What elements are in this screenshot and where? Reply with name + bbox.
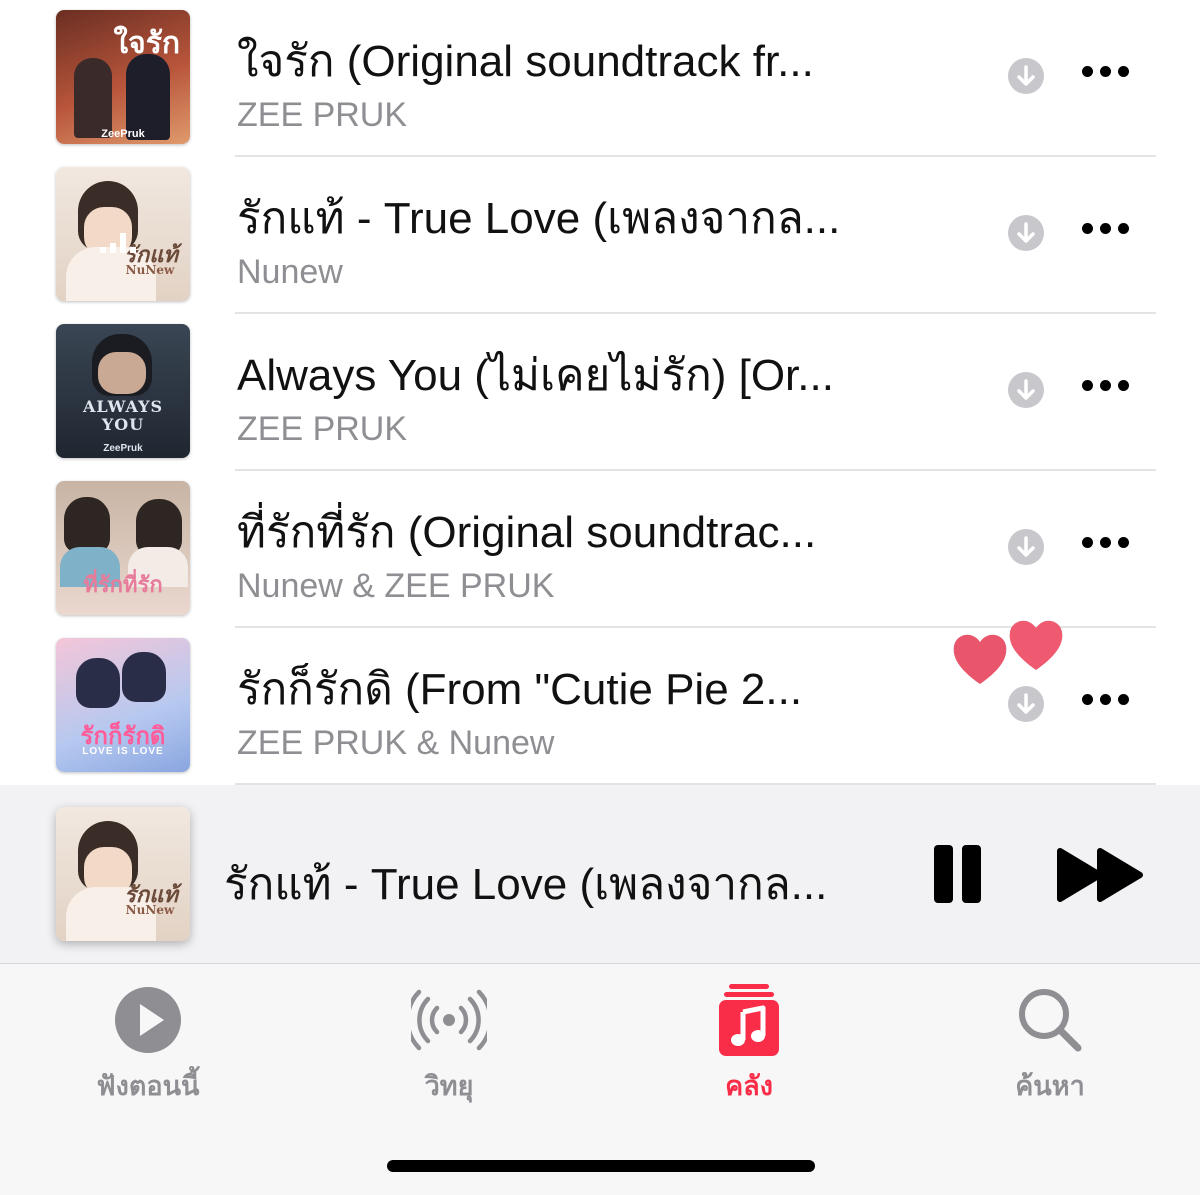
track-title: ใจรัก (Original soundtrack fr... (237, 37, 814, 86)
album-art-label: ALWAYS YOU (82, 397, 164, 434)
more-icon[interactable] (1082, 66, 1130, 78)
download-icon[interactable] (1008, 529, 1044, 565)
search-icon (1019, 989, 1082, 1052)
tab-library[interactable]: คลัง (649, 978, 849, 1101)
track-title: รักแท้ - True Love (เพลงจากล... (237, 194, 841, 243)
more-icon[interactable] (1082, 380, 1130, 392)
track-artist: ZEE PRUK (237, 410, 408, 448)
pause-button[interactable] (930, 845, 984, 905)
tab-search[interactable]: ค้นหา (950, 978, 1150, 1101)
track-list: ใจรัก ZeePruk ใจรัก (Original soundtrack… (0, 0, 1200, 785)
radio-icon (411, 989, 487, 1051)
track-title: รักก็รักดิ (From "Cutie Pie 2... (237, 665, 803, 714)
tab-label: วิทยุ (424, 1071, 474, 1101)
album-art-label: ที่รักที่รัก (83, 572, 163, 598)
now-playing-art[interactable]: รักแท้ NuNew (56, 807, 190, 941)
track-artist: ZEE PRUK & Nunew (237, 724, 555, 762)
download-icon[interactable] (1008, 372, 1044, 408)
album-art-sublabel: ZeePruk (101, 128, 145, 140)
now-playing-art-sublabel: NuNew (125, 903, 175, 917)
track-row[interactable]: ใจรัก ZeePruk ใจรัก (Original soundtrack… (0, 0, 1200, 157)
album-art: รักก็รักดิ LOVE IS LOVE (56, 638, 190, 772)
download-icon[interactable] (1008, 58, 1044, 94)
tab-listen-now[interactable]: ฟังตอนนี้ (48, 978, 248, 1101)
download-icon[interactable] (1008, 215, 1044, 251)
hearts-sticker-icon (953, 620, 1063, 684)
track-row[interactable]: รักแท้ NuNew รักแท้ - True Love (เพลงจาก… (0, 157, 1200, 314)
play-circle-icon (115, 987, 181, 1053)
album-art: ใจรัก ZeePruk (56, 10, 190, 144)
tab-label: ฟังตอนนี้ (96, 1071, 200, 1101)
track-artist: ZEE PRUK (237, 96, 408, 134)
album-art-sublabel: LOVE IS LOVE (82, 746, 164, 757)
mini-player[interactable]: รักแท้ NuNew รักแท้ - True Love (เพลงจาก… (0, 785, 1200, 965)
tab-label: ค้นหา (1015, 1071, 1085, 1101)
home-indicator[interactable] (387, 1160, 815, 1172)
album-art: ที่รักที่รัก (56, 481, 190, 615)
tab-radio[interactable]: วิทยุ (349, 978, 549, 1101)
more-icon[interactable] (1082, 223, 1130, 235)
library-icon (719, 984, 779, 1056)
album-art: ALWAYS YOU ZeePruk (56, 324, 190, 458)
fast-forward-icon[interactable] (1056, 847, 1146, 903)
album-art-sublabel: NuNew (125, 263, 175, 277)
album-art: รักแท้ NuNew (56, 167, 190, 301)
more-icon[interactable] (1082, 694, 1130, 706)
track-row[interactable]: ALWAYS YOU ZeePruk Always You (ไม่เคยไม่… (0, 314, 1200, 471)
track-artist: Nunew & ZEE PRUK (237, 567, 555, 605)
tab-label: คลัง (725, 1071, 773, 1101)
album-art-sublabel: ZeePruk (103, 443, 143, 454)
track-row[interactable]: ที่รักที่รัก ที่รักที่รัก (Original soun… (0, 471, 1200, 628)
track-title: ที่รักที่รัก (Original soundtrac... (237, 508, 817, 557)
track-artist: Nunew (237, 253, 343, 291)
track-title: Always You (ไม่เคยไม่รัก) [Or... (237, 351, 834, 400)
now-playing-title[interactable]: รักแท้ - True Love (เพลงจากล... (224, 849, 864, 919)
more-icon[interactable] (1082, 537, 1130, 549)
